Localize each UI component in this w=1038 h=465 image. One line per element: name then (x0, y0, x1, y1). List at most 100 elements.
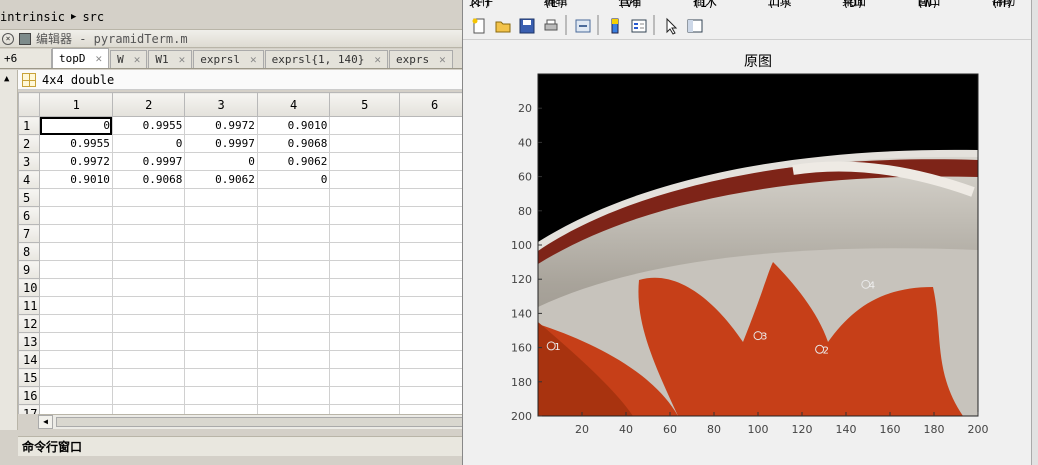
table-cell[interactable] (399, 332, 470, 351)
table-cell[interactable] (111, 404, 186, 414)
column-header[interactable]: 3 (184, 92, 258, 117)
table-cell[interactable] (111, 242, 186, 261)
table-cell[interactable] (39, 242, 113, 261)
table-cell[interactable] (111, 224, 186, 243)
link-icon[interactable] (573, 16, 591, 34)
table-cell[interactable] (329, 260, 401, 279)
row-header[interactable]: 2 (18, 134, 41, 153)
table-cell[interactable] (256, 368, 331, 387)
table-cell[interactable] (111, 350, 186, 369)
tab-4[interactable]: exprsl{1, 140} ✕ (264, 50, 388, 68)
table-cell[interactable] (399, 170, 470, 189)
table-cell[interactable] (184, 368, 258, 387)
table-cell[interactable] (256, 314, 331, 333)
table-cell[interactable] (329, 206, 401, 225)
table-cell[interactable] (111, 368, 186, 387)
row-header[interactable]: 10 (18, 278, 41, 297)
table-cell[interactable]: 0.9972 (39, 152, 113, 171)
row-header[interactable]: 3 (18, 152, 41, 171)
table-cell[interactable] (329, 368, 401, 387)
table-cell[interactable] (256, 350, 331, 369)
table-cell[interactable] (39, 224, 113, 243)
table-cell[interactable] (39, 188, 113, 207)
table-cell[interactable] (39, 404, 113, 414)
colorbar-icon[interactable] (605, 16, 623, 34)
table-cell[interactable] (39, 260, 113, 279)
table-cell[interactable] (184, 332, 258, 351)
table-cell[interactable] (256, 386, 331, 405)
table-cell[interactable] (329, 386, 401, 405)
column-header[interactable]: 6 (399, 92, 470, 117)
table-cell[interactable] (329, 350, 401, 369)
print-icon[interactable] (541, 16, 559, 34)
table-cell[interactable] (111, 386, 186, 405)
table-cell[interactable]: 0.9068 (256, 134, 331, 153)
pointer-icon[interactable] (661, 16, 679, 35)
scroll-left-icon[interactable]: ◀ (38, 415, 53, 429)
table-cell[interactable]: 0 (256, 170, 331, 189)
close-panel-icon[interactable]: × (2, 32, 14, 45)
table-cell[interactable] (184, 224, 258, 243)
table-cell[interactable]: 0.9955 (39, 134, 113, 153)
table-cell[interactable] (256, 224, 331, 243)
table-cell[interactable] (39, 386, 113, 405)
table-cell[interactable] (256, 242, 331, 261)
table-cell[interactable] (399, 134, 470, 153)
row-header[interactable]: 9 (18, 260, 41, 279)
breadcrumb-item-src[interactable]: src (82, 10, 104, 24)
table-cell[interactable] (399, 188, 470, 207)
table-cell[interactable] (256, 332, 331, 351)
close-tab-icon[interactable]: ✕ (439, 53, 446, 66)
row-header[interactable]: 13 (18, 332, 41, 351)
table-cell[interactable] (329, 134, 401, 153)
table-cell[interactable] (184, 314, 258, 333)
breadcrumb-item-intrinsic[interactable]: intrinsic (0, 10, 65, 24)
table-cell[interactable] (256, 404, 331, 414)
table-cell[interactable] (184, 260, 258, 279)
table-cell[interactable]: 0.9068 (111, 170, 186, 189)
row-header[interactable]: 6 (18, 206, 41, 225)
table-cell[interactable] (399, 152, 470, 171)
table-cell[interactable] (329, 188, 401, 207)
table-cell[interactable] (399, 368, 470, 387)
menu-item[interactable]: 帮助(H) (991, 0, 1032, 8)
table-cell[interactable]: 0.9062 (256, 152, 331, 171)
corner-cell[interactable] (18, 92, 41, 117)
more-tabs-button[interactable]: +6 (0, 49, 52, 68)
open-icon[interactable] (493, 16, 511, 34)
table-cell[interactable] (39, 350, 113, 369)
legend-icon[interactable] (629, 16, 647, 34)
column-header[interactable]: 2 (111, 92, 186, 117)
table-cell[interactable] (39, 206, 113, 225)
close-tab-icon[interactable]: ✕ (374, 53, 381, 66)
table-cell[interactable] (399, 260, 470, 279)
scrollbar-thumb[interactable] (56, 417, 476, 427)
close-tab-icon[interactable]: ✕ (250, 53, 257, 66)
menu-item[interactable]: 查看(V) (618, 0, 659, 8)
table-cell[interactable] (111, 332, 186, 351)
row-header[interactable]: 11 (18, 296, 41, 315)
tab-3[interactable]: exprsl ✕ (193, 50, 264, 68)
save-icon[interactable] (517, 16, 535, 34)
table-cell[interactable]: 0 (39, 116, 113, 135)
table-cell[interactable] (399, 296, 470, 315)
row-header[interactable]: 4 (18, 170, 41, 189)
table-cell[interactable]: 0.9010 (256, 116, 331, 135)
column-header[interactable]: 1 (39, 92, 113, 117)
row-header[interactable]: 5 (18, 188, 41, 207)
table-cell[interactable] (111, 278, 186, 297)
close-tab-icon[interactable]: ✕ (96, 52, 103, 65)
table-cell[interactable] (399, 206, 470, 225)
table-cell[interactable] (256, 188, 331, 207)
table-cell[interactable] (184, 404, 258, 414)
table-cell[interactable] (256, 296, 331, 315)
tab-5[interactable]: exprs ✕ (388, 50, 453, 68)
menu-item[interactable]: 窗口(W) (917, 0, 958, 8)
scroll-up-icon[interactable]: ▲ (4, 74, 9, 84)
table-cell[interactable] (184, 188, 258, 207)
table-cell[interactable] (256, 278, 331, 297)
table-cell[interactable]: 0.9997 (184, 134, 258, 153)
table-cell[interactable]: 0.9972 (184, 116, 258, 135)
table-cell[interactable]: 0 (184, 152, 258, 171)
row-header[interactable]: 8 (18, 242, 41, 261)
